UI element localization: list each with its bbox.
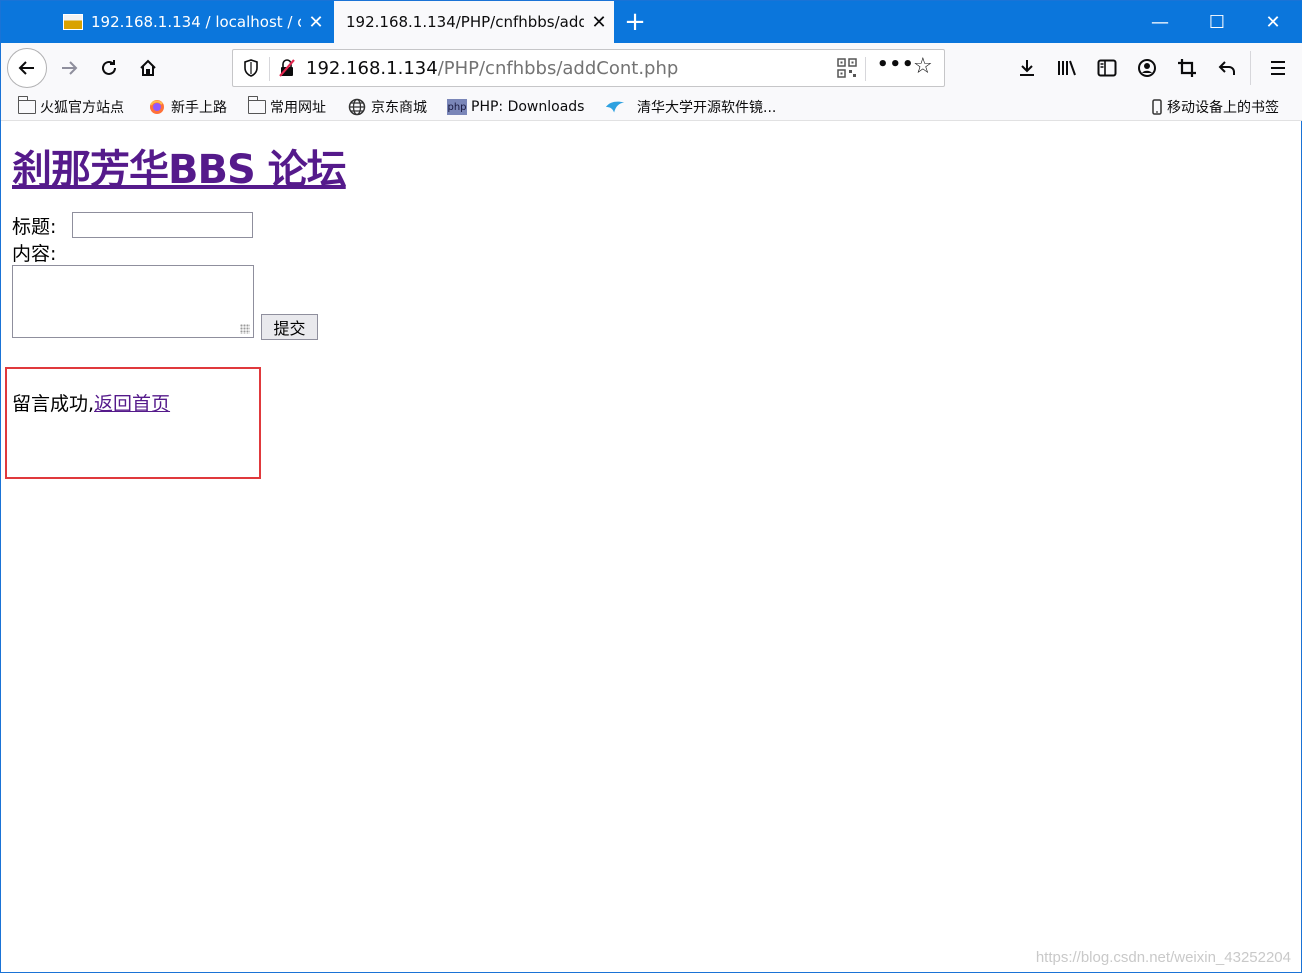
phpmyadmin-favicon-icon bbox=[63, 14, 83, 30]
url-host: 192.168.1.134 bbox=[306, 58, 438, 79]
sidebar-icon[interactable] bbox=[1092, 51, 1122, 85]
maximize-button[interactable]: ☐ bbox=[1189, 1, 1245, 43]
minimize-button[interactable]: — bbox=[1132, 1, 1188, 43]
forward-arrow-icon bbox=[62, 61, 78, 75]
firefox-icon bbox=[147, 99, 167, 115]
url-separator bbox=[269, 57, 270, 81]
library-icon[interactable] bbox=[1052, 51, 1082, 85]
php-icon: php bbox=[447, 99, 467, 115]
tab-close-icon[interactable]: ✕ bbox=[584, 12, 614, 33]
back-arrow-icon bbox=[18, 61, 34, 75]
success-text: 留言成功, bbox=[12, 393, 95, 415]
url-bar[interactable]: 192.168.1.134/PHP/cnfhbbs/addCont.php ••… bbox=[232, 49, 945, 87]
mobile-device-icon bbox=[1151, 99, 1163, 115]
bookmark-item[interactable]: 新手上路 bbox=[147, 96, 227, 118]
menu-hamburger-icon[interactable] bbox=[1263, 51, 1293, 85]
account-icon[interactable] bbox=[1132, 51, 1162, 85]
success-message: 留言成功,返回首页 bbox=[12, 389, 170, 416]
reload-button[interactable] bbox=[91, 50, 127, 86]
tab-close-icon[interactable]: ✕ bbox=[301, 12, 331, 33]
page-content: 刹那芳华BBS 论坛 标题: 内容: 提交 留言成功,返回首页 https://… bbox=[1, 122, 1301, 972]
tab-title: 192.168.1.134 / localhost / cnfhbbs bbox=[91, 13, 301, 31]
bookmark-star-icon[interactable]: ☆ bbox=[913, 54, 933, 79]
home-button[interactable] bbox=[130, 50, 166, 86]
forward-button[interactable] bbox=[51, 50, 87, 86]
tab-addcont[interactable]: 192.168.1.134/PHP/cnfhbbs/addCont.php ✕ bbox=[334, 1, 614, 43]
bookmark-item[interactable]: 京东商城 bbox=[347, 96, 427, 118]
csdn-watermark: https://blog.csdn.net/weixin_43252204 bbox=[1035, 949, 1291, 966]
content-label: 内容: bbox=[12, 243, 57, 265]
browser-window: 192.168.1.134 / localhost / cnfhbbs ✕ 19… bbox=[0, 0, 1302, 973]
page-actions-more-icon[interactable]: ••• bbox=[877, 54, 915, 75]
bookmark-item[interactable]: 火狐官方站点 bbox=[17, 96, 124, 118]
folder-icon bbox=[247, 96, 266, 114]
bookmark-item[interactable]: php PHP: Downloads bbox=[447, 96, 584, 118]
globe-icon bbox=[347, 98, 367, 116]
content-textarea[interactable] bbox=[12, 265, 254, 338]
resize-grip-icon[interactable] bbox=[240, 324, 250, 334]
insecure-lock-icon[interactable] bbox=[275, 56, 299, 80]
mobile-bookmarks[interactable]: 移动设备上的书签 bbox=[1151, 96, 1279, 118]
title-label: 标题: bbox=[12, 216, 57, 238]
return-home-link[interactable]: 返回首页 bbox=[94, 393, 170, 415]
bookmark-item[interactable]: 常用网址 bbox=[247, 96, 326, 118]
submit-button[interactable]: 提交 bbox=[261, 314, 318, 340]
bookmark-label: 新手上路 bbox=[171, 100, 227, 116]
folder-icon bbox=[17, 96, 36, 114]
bookmark-label: PHP: Downloads bbox=[471, 99, 585, 115]
url-path: /PHP/cnfhbbs/addCont.php bbox=[437, 58, 679, 79]
tuna-icon bbox=[605, 99, 625, 115]
url-text: 192.168.1.134/PHP/cnfhbbs/addCont.php bbox=[306, 58, 678, 79]
tab-phpmyadmin[interactable]: 192.168.1.134 / localhost / cnfhbbs ✕ bbox=[51, 1, 331, 43]
bookmark-label: 清华大学开源软件镜... bbox=[637, 100, 777, 116]
bookmark-label: 京东商城 bbox=[371, 100, 427, 116]
home-icon bbox=[140, 59, 156, 76]
reload-icon bbox=[102, 60, 116, 75]
qr-code-icon[interactable] bbox=[837, 58, 857, 78]
highlight-annotation-box bbox=[5, 367, 261, 479]
toolbar-separator bbox=[1250, 51, 1251, 85]
navigation-bar: 192.168.1.134/PHP/cnfhbbs/addCont.php ••… bbox=[1, 43, 1302, 93]
undo-close-tab-icon[interactable] bbox=[1212, 51, 1242, 85]
downloads-icon[interactable] bbox=[1012, 51, 1042, 85]
bookmark-label: 火狐官方站点 bbox=[40, 100, 124, 116]
tab-bar: 192.168.1.134 / localhost / cnfhbbs ✕ 19… bbox=[1, 1, 1302, 43]
tracking-protection-shield-icon[interactable] bbox=[239, 56, 263, 80]
bookmark-label: 常用网址 bbox=[270, 100, 326, 116]
url-separator bbox=[865, 57, 866, 81]
new-tab-button[interactable]: + bbox=[623, 7, 647, 37]
tab-title: 192.168.1.134/PHP/cnfhbbs/addCont.php bbox=[346, 13, 584, 31]
bookmark-item[interactable]: 清华大学开源软件镜... bbox=[605, 96, 776, 118]
close-window-button[interactable]: ✕ bbox=[1245, 1, 1301, 43]
title-input[interactable] bbox=[72, 212, 253, 238]
page-title-link[interactable]: 刹那芳华BBS 论坛 bbox=[12, 137, 347, 195]
bookmarks-toolbar: 火狐官方站点 新手上路 常用网址 京东商城 php PHP: Downloads bbox=[1, 93, 1302, 121]
mobile-bookmarks-label: 移动设备上的书签 bbox=[1167, 100, 1279, 116]
screenshot-crop-icon[interactable] bbox=[1172, 51, 1202, 85]
back-button[interactable] bbox=[7, 48, 47, 88]
